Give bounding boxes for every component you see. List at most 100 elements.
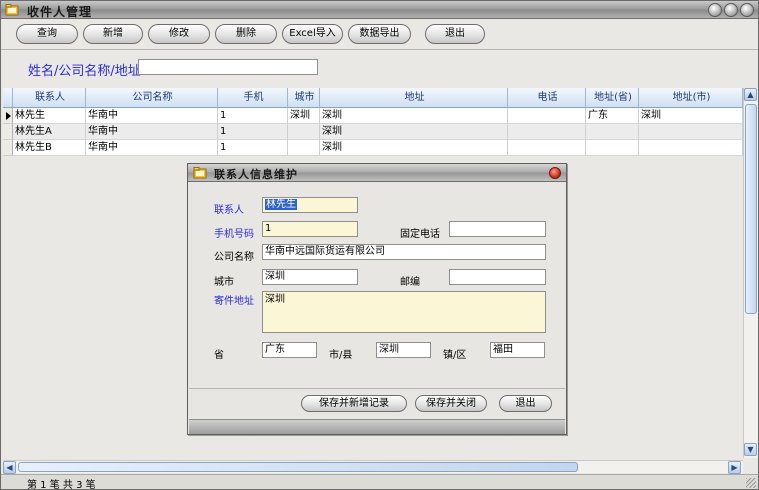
grid-header: 联系人 公司名称 手机 城市 地址 电话 地址(省) 地址(市) <box>3 88 743 108</box>
county-field[interactable]: 深圳 <box>376 342 431 358</box>
phone-field[interactable] <box>449 221 546 237</box>
grid-cell[interactable]: 1 <box>218 140 288 156</box>
scroll-left-icon[interactable]: ◀ <box>3 461 16 474</box>
grid-cell[interactable] <box>288 124 320 140</box>
province-field[interactable]: 广东 <box>262 342 317 358</box>
row-selector[interactable] <box>3 140 13 156</box>
minimize-button[interactable] <box>708 3 722 17</box>
exit-button[interactable]: 退出 <box>425 24 485 44</box>
dialog-exit-button[interactable]: 退出 <box>499 395 552 412</box>
horizontal-scrollbar[interactable]: ◀ ▶ <box>3 460 743 474</box>
town-label: 镇/区 <box>443 350 467 361</box>
town-field[interactable]: 福田 <box>490 342 545 358</box>
grid-cell[interactable] <box>508 140 586 156</box>
grid-cell[interactable]: 深圳 <box>320 140 508 156</box>
save-and-new-button[interactable]: 保存并新增记录 <box>301 395 407 412</box>
address-field[interactable]: 深圳 <box>262 291 546 333</box>
search-label: 姓名/公司名称/地址 <box>28 64 141 79</box>
col-header-address[interactable]: 地址 <box>320 88 508 108</box>
grid-cell[interactable]: 华南中 <box>86 140 218 156</box>
phone-label: 固定电话 <box>400 229 440 240</box>
table-row[interactable]: 林先生 华南中 1 深圳 深圳 广东 深圳 <box>3 108 743 124</box>
grid-cell[interactable]: 林先生A <box>13 124 86 140</box>
search-input[interactable] <box>138 59 318 75</box>
grid-cell[interactable] <box>508 108 586 124</box>
contact-value: 林先生 <box>265 199 297 210</box>
county-label: 市/县 <box>329 350 353 361</box>
grid-cell[interactable]: 华南中 <box>86 108 218 124</box>
contact-field[interactable]: 林先生 <box>262 197 358 213</box>
address-label: 寄件地址 <box>214 296 254 307</box>
col-header-province[interactable]: 地址(省) <box>586 88 639 108</box>
grid-corner <box>3 88 13 108</box>
col-header-phone[interactable]: 电话 <box>508 88 586 108</box>
maximize-button[interactable] <box>724 3 738 17</box>
grid-cell[interactable]: 林先生B <box>13 140 86 156</box>
grid-cell[interactable] <box>288 140 320 156</box>
col-header-contact[interactable]: 联系人 <box>13 88 86 108</box>
close-icon[interactable] <box>549 167 561 179</box>
row-selector[interactable] <box>3 108 13 124</box>
grid-cell[interactable]: 深圳 <box>288 108 320 124</box>
col-header-company[interactable]: 公司名称 <box>86 88 218 108</box>
col-header-city-addr[interactable]: 地址(市) <box>639 88 743 108</box>
grid-cell[interactable]: 1 <box>218 108 288 124</box>
contact-dialog: 联系人信息维护 联系人 林先生 手机号码 1 固定电话 公司名称 华南中远国际货… <box>187 163 567 435</box>
data-export-button[interactable]: 数据导出 <box>348 24 411 44</box>
grid-cell[interactable] <box>508 124 586 140</box>
delete-button[interactable]: 删除 <box>215 24 277 44</box>
col-header-city[interactable]: 城市 <box>288 88 320 108</box>
horizontal-scroll-thumb[interactable] <box>18 462 578 472</box>
grid-cell[interactable] <box>586 124 639 140</box>
vertical-scrollbar[interactable]: ▲ ▼ <box>743 88 758 458</box>
window-title: 收件人管理 <box>27 5 93 19</box>
title-bar: 收件人管理 <box>1 1 758 19</box>
dialog-title-bar[interactable]: 联系人信息维护 <box>188 164 566 182</box>
grid-cell[interactable] <box>586 140 639 156</box>
current-row-icon <box>6 112 11 120</box>
table-row[interactable]: 林先生A 华南中 1 深圳 <box>3 124 743 140</box>
grid-cell[interactable]: 华南中 <box>86 124 218 140</box>
scroll-right-icon[interactable]: ▶ <box>728 461 741 474</box>
mobile-field[interactable]: 1 <box>262 221 358 237</box>
scroll-up-icon[interactable]: ▲ <box>744 88 757 101</box>
postcode-label: 邮编 <box>400 277 420 288</box>
excel-import-button[interactable]: Excel导入 <box>282 24 343 44</box>
scroll-down-icon[interactable]: ▼ <box>744 443 757 456</box>
resize-grip-icon[interactable] <box>746 478 756 488</box>
grid-cell[interactable]: 1 <box>218 124 288 140</box>
grid-cell[interactable]: 深圳 <box>320 124 508 140</box>
dialog-footer: 保存并新增记录 保存并关闭 退出 <box>189 389 565 417</box>
edit-button[interactable]: 修改 <box>148 24 210 44</box>
city-field[interactable]: 深圳 <box>262 269 358 285</box>
toolbar: 查询 新增 修改 删除 Excel导入 数据导出 退出 <box>1 20 758 48</box>
query-button[interactable]: 查询 <box>16 24 78 44</box>
company-field[interactable]: 华南中远国际货运有限公司 <box>262 244 546 260</box>
grid-cell[interactable]: 广东 <box>586 108 639 124</box>
grid-cell[interactable] <box>639 140 743 156</box>
close-button[interactable] <box>740 3 754 17</box>
folder-icon <box>5 4 19 16</box>
province-label: 省 <box>214 350 224 361</box>
folder-icon <box>193 167 207 179</box>
dialog-title: 联系人信息维护 <box>214 168 298 181</box>
postcode-field[interactable] <box>449 269 546 285</box>
grid-cell[interactable] <box>639 124 743 140</box>
add-button[interactable]: 新增 <box>83 24 143 44</box>
col-header-mobile[interactable]: 手机 <box>218 88 288 108</box>
dialog-bottom-bar <box>189 419 565 434</box>
save-and-close-button[interactable]: 保存并关闭 <box>415 395 487 412</box>
toolbar-divider <box>1 49 758 50</box>
grid-cell[interactable]: 林先生 <box>13 108 86 124</box>
grid-cell[interactable]: 深圳 <box>320 108 508 124</box>
record-count: 第 1 笔 共 3 笔 <box>27 480 96 490</box>
grid-cell[interactable]: 深圳 <box>639 108 743 124</box>
status-bar: 第 1 笔 共 3 笔 <box>1 474 758 490</box>
contact-label: 联系人 <box>214 205 244 216</box>
mobile-label: 手机号码 <box>214 229 254 240</box>
city-label: 城市 <box>214 277 234 288</box>
company-label: 公司名称 <box>214 252 254 263</box>
row-selector[interactable] <box>3 124 13 140</box>
table-row[interactable]: 林先生B 华南中 1 深圳 <box>3 140 743 156</box>
vertical-scroll-thumb[interactable] <box>745 104 757 314</box>
